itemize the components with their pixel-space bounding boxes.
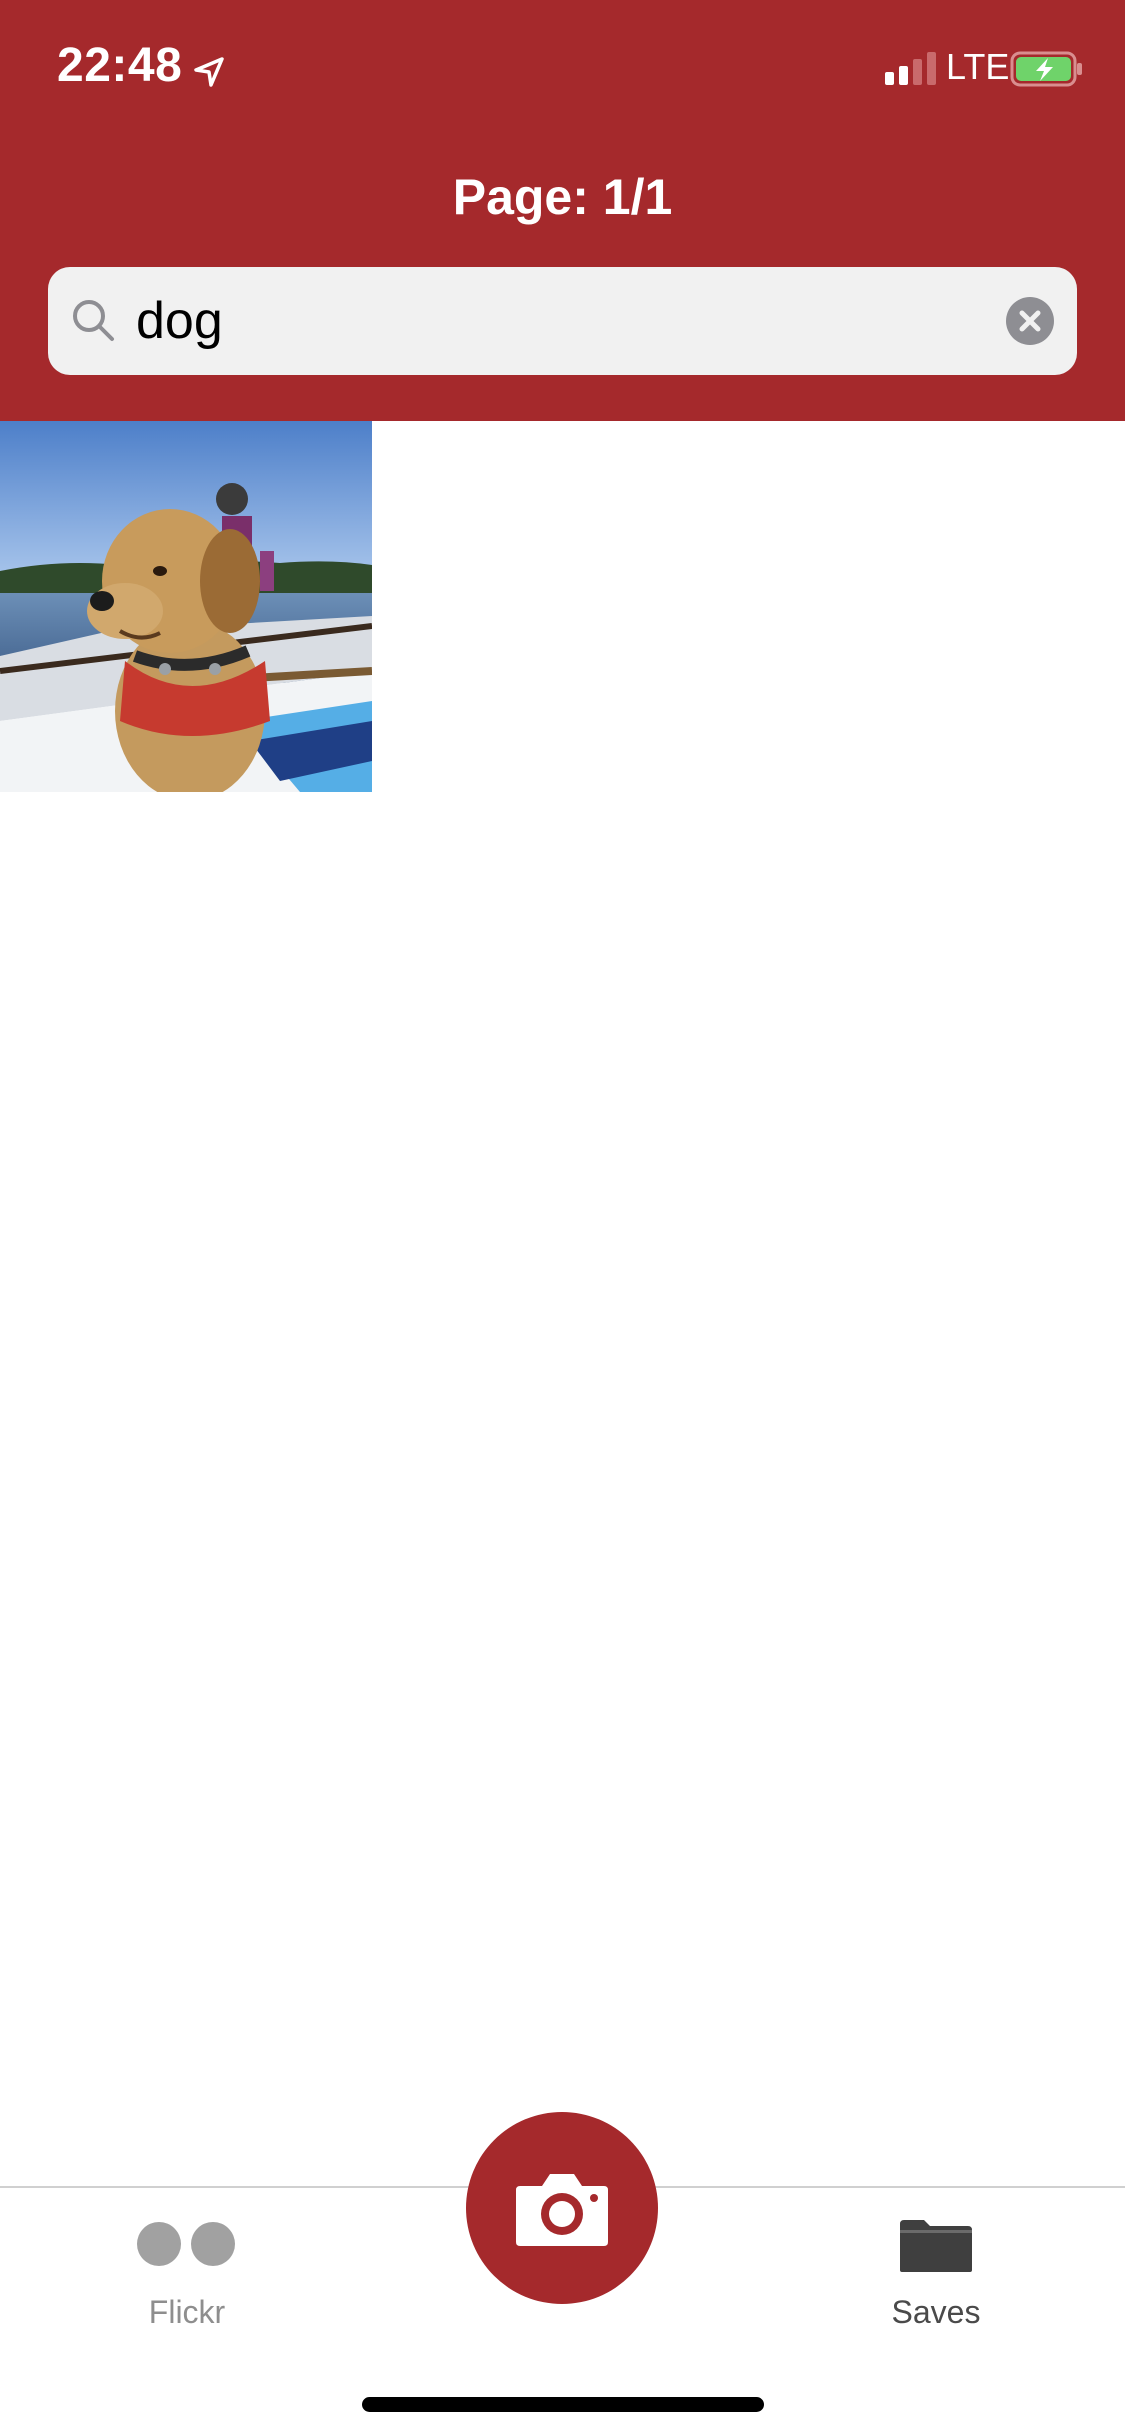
folder-icon	[900, 2220, 972, 2272]
tab-saves[interactable]: Saves	[806, 2188, 1066, 2348]
search-bar[interactable]	[48, 267, 1077, 375]
cellular-signal-icon	[885, 52, 936, 85]
tab-flickr[interactable]: Flickr	[57, 2188, 317, 2348]
header: 22:48 LTE Page: 1/1	[0, 0, 1125, 421]
flickr-dots-icon	[137, 2222, 237, 2268]
camera-button[interactable]	[466, 2112, 658, 2304]
status-time: 22:48	[57, 39, 183, 92]
location-arrow-icon	[194, 57, 224, 87]
clear-search-button[interactable]	[1006, 297, 1054, 345]
tab-saves-label: Saves	[891, 2294, 981, 2330]
dog-photo-thumbnail[interactable]	[0, 421, 372, 792]
camera-icon	[516, 2174, 608, 2246]
page-title: Page: 1/1	[452, 169, 673, 225]
app-screen: 22:48 LTE Page: 1/1 dog Flickr Saves	[0, 0, 1125, 2436]
network-type: LTE	[946, 46, 1010, 87]
tab-flickr-label: Flickr	[148, 2294, 226, 2330]
magnifier-icon	[73, 300, 114, 341]
dog-photo-image	[0, 421, 372, 792]
clear-x-icon	[1019, 310, 1041, 332]
search-input[interactable]	[136, 267, 1016, 375]
battery-charging-icon	[1010, 51, 1082, 87]
home-indicator	[362, 2397, 764, 2412]
status-bar: 22:48 LTE	[0, 0, 1125, 135]
